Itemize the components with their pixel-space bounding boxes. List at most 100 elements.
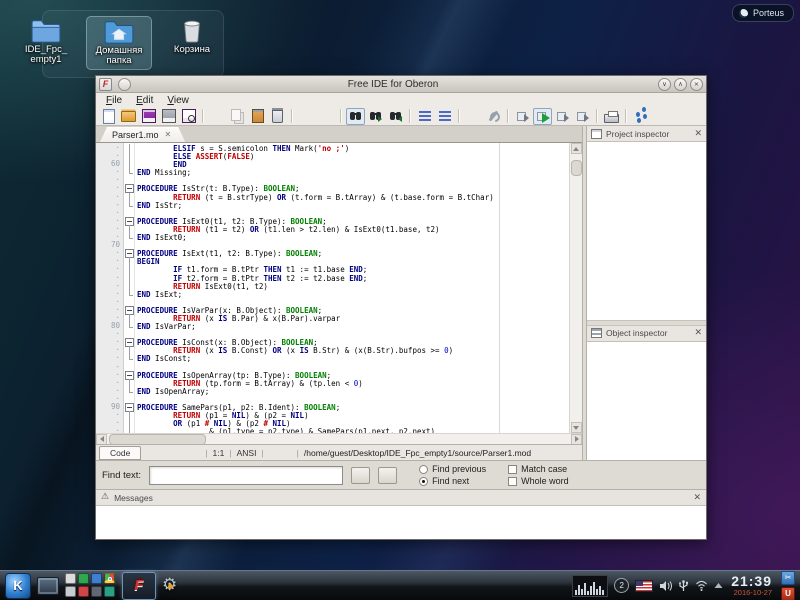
show-desktop-button[interactable] <box>37 577 59 595</box>
quick-launch-icon-4[interactable] <box>104 573 115 584</box>
quick-launch-icon-3[interactable] <box>91 573 102 584</box>
object-inspector-header[interactable]: Object inspector ✕ <box>587 326 706 342</box>
minimize-button[interactable]: ∨ <box>658 78 671 91</box>
fold-toggle-icon[interactable] <box>124 403 134 411</box>
redo-icon[interactable] <box>317 108 336 125</box>
tray-expand-arrow-icon[interactable] <box>714 582 723 589</box>
match-case-option[interactable]: Match case <box>508 464 569 474</box>
outdent-icon[interactable] <box>435 108 454 125</box>
find-button-2[interactable] <box>378 467 397 484</box>
step-over-icon[interactable] <box>513 108 532 125</box>
save-as-icon[interactable] <box>179 108 198 125</box>
code-line: END IsExt; <box>137 290 569 298</box>
code-folding-column[interactable] <box>124 143 135 433</box>
find-next-icon[interactable] <box>366 108 385 125</box>
quick-launch-icon-5[interactable] <box>65 586 76 597</box>
find-icon[interactable] <box>346 108 365 125</box>
tab-close-icon[interactable]: ✕ <box>165 130 172 139</box>
find-button-1[interactable] <box>351 467 370 484</box>
code-line <box>137 298 569 306</box>
tab-parser1[interactable]: Parser1.mo ✕ <box>100 127 185 142</box>
save-all-icon[interactable] <box>159 108 178 125</box>
usb-device-icon[interactable] <box>678 580 689 592</box>
title-bar[interactable]: F Free IDE for Oberon ∨ ∧ × <box>96 76 706 93</box>
k-menu-button[interactable]: K <box>5 573 31 599</box>
find-next-radio[interactable] <box>419 477 428 486</box>
project-inspector-close-icon[interactable]: ✕ <box>694 129 702 139</box>
whole-word-option[interactable]: Whole word <box>508 476 569 486</box>
object-inspector-body[interactable] <box>587 342 706 460</box>
step-out-icon[interactable] <box>573 108 592 125</box>
wifi-icon[interactable] <box>695 580 708 591</box>
maximize-button[interactable]: ∧ <box>674 78 687 91</box>
scroll-right-button[interactable] <box>571 434 582 445</box>
object-inspector-close-icon[interactable]: ✕ <box>694 328 702 338</box>
fold-toggle-icon[interactable] <box>124 371 134 379</box>
quick-launch-icon-6[interactable] <box>78 586 89 597</box>
code-editor[interactable]: ··60····-····70····-····80····-····90···… <box>96 143 582 433</box>
undo-icon[interactable] <box>297 108 316 125</box>
trace-icon[interactable] <box>631 108 650 125</box>
find-prev-icon[interactable] <box>386 108 405 125</box>
vertical-scrollbar[interactable] <box>569 143 582 433</box>
clock-widget[interactable]: 21:39 2016-10-27 <box>731 574 772 597</box>
find-previous-radio[interactable] <box>419 465 428 474</box>
cut-icon[interactable] <box>208 108 227 125</box>
find-next-option[interactable]: Find next <box>419 476 486 486</box>
find-previous-option[interactable]: Find previous <box>419 464 486 474</box>
find-text-input[interactable] <box>149 466 343 485</box>
print-icon[interactable] <box>602 108 621 125</box>
quick-launch-icon-8[interactable] <box>104 586 115 597</box>
whole-word-checkbox[interactable] <box>508 477 517 486</box>
tools-icon[interactable] <box>484 108 503 125</box>
fold-toggle-icon[interactable] <box>124 249 134 257</box>
keyboard-layout-flag-icon[interactable] <box>635 580 653 592</box>
window-menu-button[interactable] <box>118 78 131 91</box>
system-settings-icon[interactable]: ⚙ <box>162 577 177 594</box>
fold-toggle-icon[interactable] <box>124 338 134 346</box>
quick-launch-icon-7[interactable] <box>91 586 102 597</box>
clipboard-tray-icon[interactable]: ✂ <box>781 571 795 585</box>
fold-toggle-icon[interactable] <box>124 306 134 314</box>
fold-toggle-icon[interactable] <box>124 217 134 225</box>
open-folder-icon[interactable] <box>119 108 138 125</box>
desktop-icon-trash[interactable]: Корзина <box>160 16 224 70</box>
delete-icon[interactable] <box>268 108 287 125</box>
app-icon[interactable]: F <box>99 78 112 91</box>
project-inspector-header[interactable]: Project inspector ✕ <box>587 126 706 142</box>
update-shield-tray-icon[interactable]: U <box>781 587 795 600</box>
scroll-left-button[interactable] <box>96 434 107 445</box>
desktop-icon-ide-fpc-empty1[interactable]: IDE_Fpc_empty1 <box>14 16 78 70</box>
match-case-checkbox[interactable] <box>508 465 517 474</box>
code-area[interactable]: ELSIF s = S.semicolon THEN Mark('no ;') … <box>135 143 569 433</box>
menu-view[interactable]: View <box>161 95 195 106</box>
menu-file[interactable]: File <box>100 95 128 106</box>
step-into-icon[interactable] <box>553 108 572 125</box>
notifier-badge[interactable]: 2 <box>614 578 629 593</box>
mode-tab-code[interactable]: Code <box>99 446 141 460</box>
run-icon[interactable] <box>533 108 552 125</box>
volume-icon[interactable] <box>659 580 672 592</box>
build-icon[interactable] <box>464 108 483 125</box>
quick-launch-icon-1[interactable] <box>65 573 76 584</box>
desktop-icon-home-folder[interactable]: Домашняяпапка <box>86 16 152 70</box>
indent-icon[interactable] <box>415 108 434 125</box>
task-free-ide[interactable]: F <box>122 572 156 600</box>
close-button[interactable]: × <box>690 78 703 91</box>
menu-edit[interactable]: Edit <box>130 95 159 106</box>
scroll-up-button[interactable] <box>571 143 582 154</box>
messages-close-icon[interactable]: ✕ <box>693 493 701 503</box>
new-file-icon[interactable] <box>99 108 118 125</box>
copy-icon[interactable] <box>228 108 247 125</box>
scroll-down-button[interactable] <box>571 422 582 433</box>
horizontal-scroll-thumb[interactable] <box>109 434 206 445</box>
paste-icon[interactable] <box>248 108 267 125</box>
project-inspector-body[interactable] <box>587 142 706 320</box>
fold-toggle-icon[interactable] <box>124 184 134 192</box>
save-icon[interactable] <box>139 108 158 125</box>
horizontal-scrollbar[interactable] <box>96 433 582 444</box>
cpu-monitor-widget[interactable] <box>572 575 608 597</box>
quick-launch-icon-2[interactable] <box>78 573 89 584</box>
messages-header[interactable]: ⚠ Messages ✕ <box>96 490 706 506</box>
vertical-scroll-thumb[interactable] <box>571 160 582 176</box>
